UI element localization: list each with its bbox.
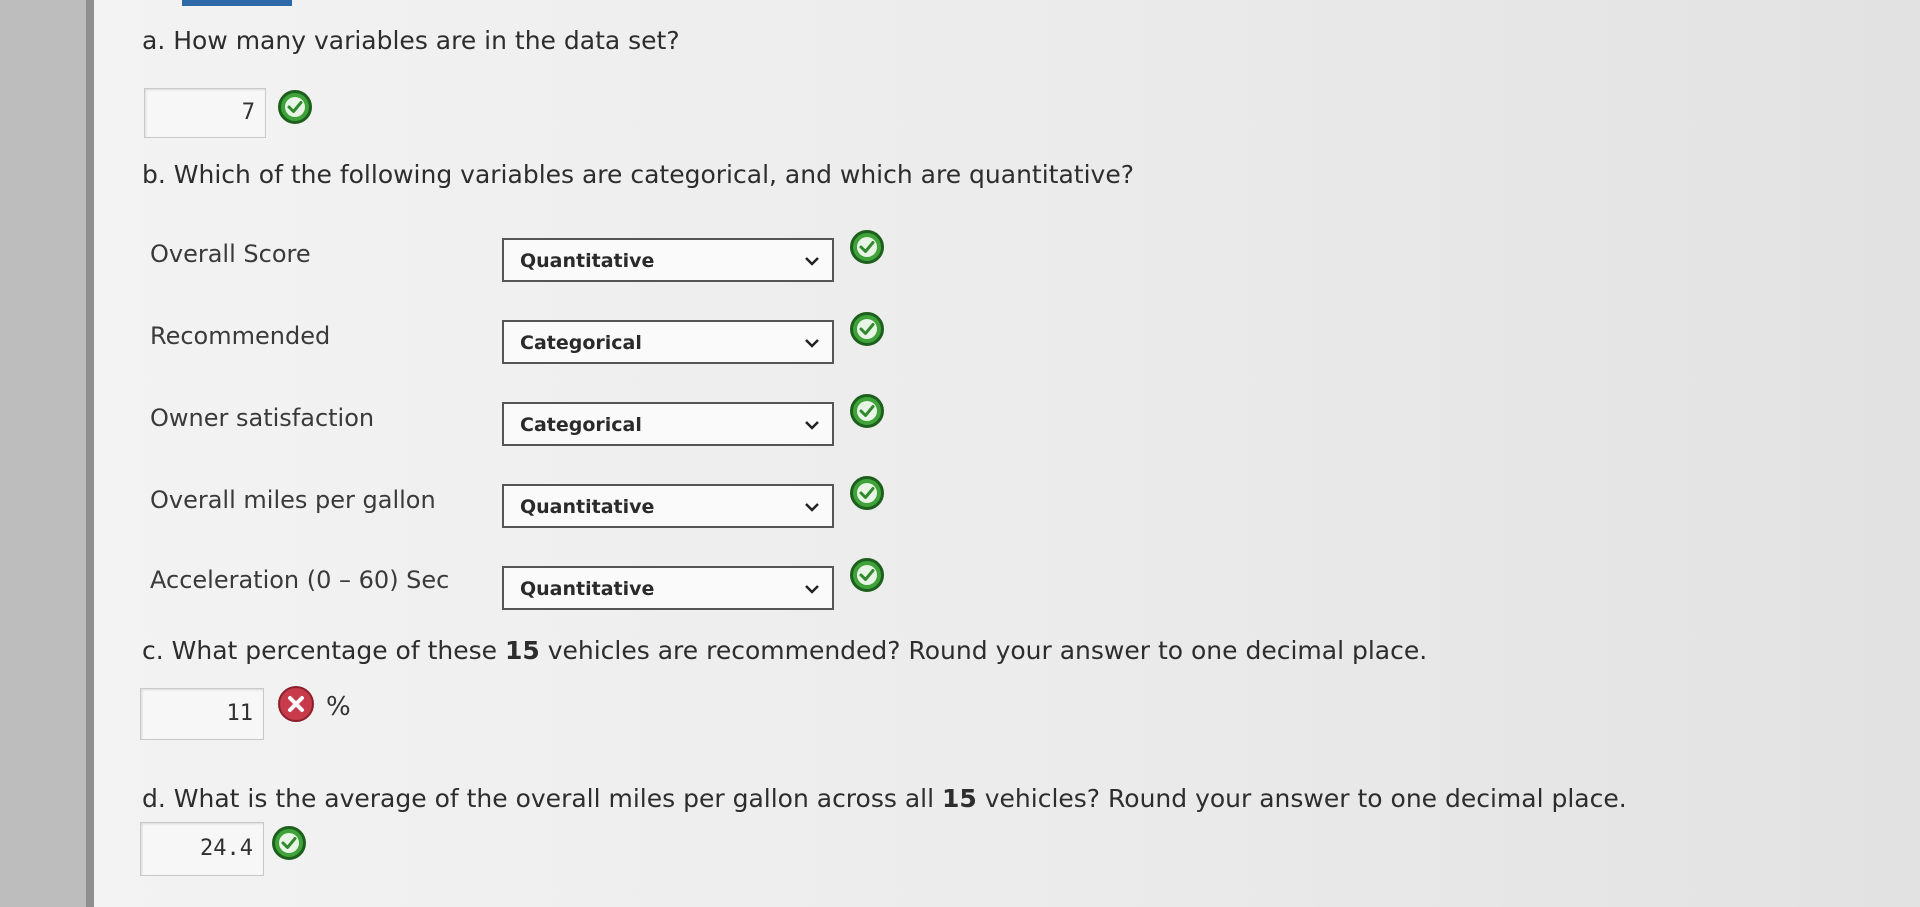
question-d-count: 15: [942, 784, 977, 813]
variable-label: Owner satisfaction: [150, 404, 375, 432]
check-circle-icon: [278, 90, 312, 124]
x-circle-icon: [278, 686, 314, 722]
variable-select[interactable]: Quantitative: [502, 484, 834, 528]
variable-label: Overall miles per gallon: [150, 486, 436, 514]
top-tab-accent: [182, 0, 292, 6]
chevron-down-icon: [804, 334, 820, 356]
left-margin: [0, 0, 86, 907]
left-margin-edge: [86, 0, 94, 907]
percent-unit: %: [326, 692, 351, 722]
select-value: Categorical: [520, 332, 642, 354]
variable-select[interactable]: Categorical: [502, 320, 834, 364]
check-circle-icon: [850, 476, 884, 510]
check-circle-icon: [272, 826, 306, 860]
question-c: c. What percentage of these 15 vehicles …: [142, 636, 1427, 665]
chevron-down-icon: [804, 498, 820, 520]
variable-select[interactable]: Categorical: [502, 402, 834, 446]
answer-c-input[interactable]: 11: [140, 688, 264, 740]
question-panel: [94, 0, 1920, 907]
variable-label: Acceleration (0 – 60) Sec: [150, 566, 450, 594]
variable-label: Overall Score: [150, 240, 311, 268]
chevron-down-icon: [804, 580, 820, 602]
check-circle-icon: [850, 230, 884, 264]
question-d-suffix: vehicles? Round your answer to one decim…: [976, 784, 1627, 813]
answer-a-input[interactable]: 7: [144, 88, 266, 138]
select-value: Quantitative: [520, 496, 655, 518]
select-value: Categorical: [520, 414, 642, 436]
variable-select[interactable]: Quantitative: [502, 566, 834, 610]
answer-d-input[interactable]: 24.4: [140, 822, 264, 876]
question-d-prefix: d. What is the average of the overall mi…: [142, 784, 942, 813]
question-c-prefix: c. What percentage of these: [142, 636, 505, 665]
check-circle-icon: [850, 312, 884, 346]
question-b: b. Which of the following variables are …: [142, 160, 1134, 189]
question-c-suffix: vehicles are recommended? Round your ans…: [539, 636, 1428, 665]
question-d: d. What is the average of the overall mi…: [142, 784, 1627, 813]
variable-label: Recommended: [150, 322, 331, 350]
check-circle-icon: [850, 558, 884, 592]
question-c-count: 15: [504, 636, 540, 665]
chevron-down-icon: [804, 252, 820, 274]
select-value: Quantitative: [520, 578, 655, 600]
check-circle-icon: [850, 394, 884, 428]
question-a: a. How many variables are in the data se…: [142, 26, 680, 55]
variable-select[interactable]: Quantitative: [502, 238, 834, 282]
select-value: Quantitative: [520, 250, 655, 272]
chevron-down-icon: [804, 416, 820, 438]
